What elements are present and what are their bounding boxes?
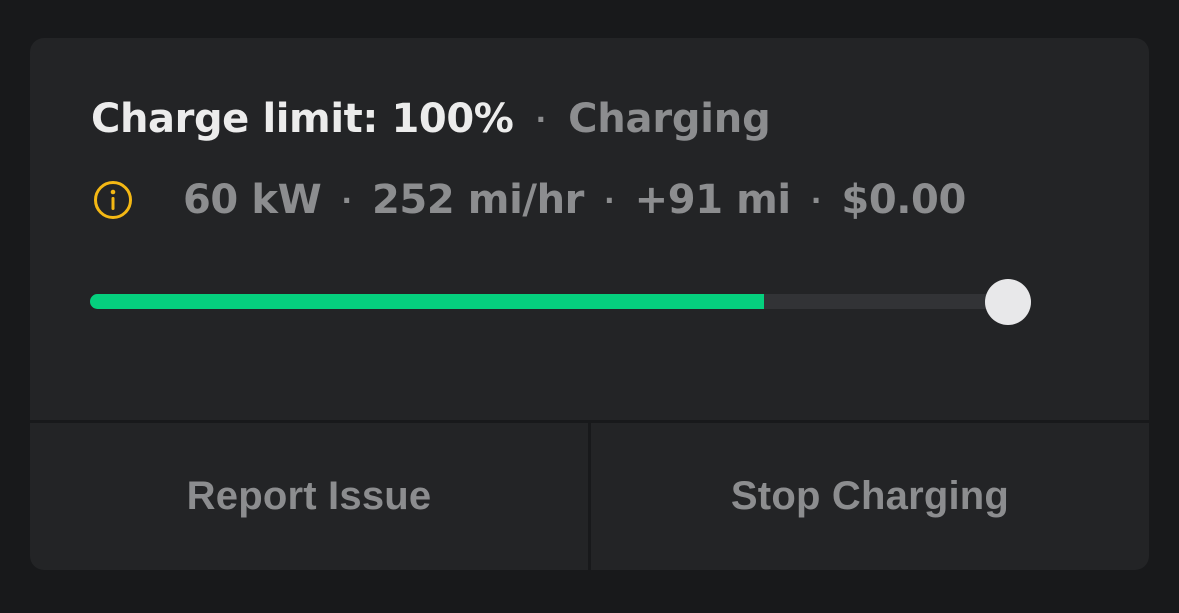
charging-stats-row: 60 kW · 252 mi/hr · +91 mi · $0.00 [93,175,966,225]
battery-level-fill [90,294,764,309]
separator-dot: · [604,183,615,217]
report-issue-button[interactable]: Report Issue [30,423,588,570]
charge-limit-slider-thumb[interactable] [985,279,1031,325]
info-icon[interactable] [93,180,133,220]
charge-status-row: Charge limit: 100% · Charging [91,94,771,144]
separator-dot: · [535,102,547,136]
separator-dot: · [341,183,352,217]
charge-limit-label[interactable]: Charge limit: 100% [91,96,514,142]
separator-dot: · [810,183,822,217]
charging-cost: $0.00 [841,177,966,223]
charging-state-label: Charging [568,96,771,142]
charge-limit-slider-track[interactable] [90,294,1030,309]
charging-card: Charge limit: 100% · Charging 60 kW · 25… [30,38,1149,570]
charge-rate: 252 mi/hr [371,177,584,223]
added-range: +91 mi [634,177,792,223]
stop-charging-button[interactable]: Stop Charging [591,423,1149,570]
charge-power: 60 kW [183,177,322,223]
